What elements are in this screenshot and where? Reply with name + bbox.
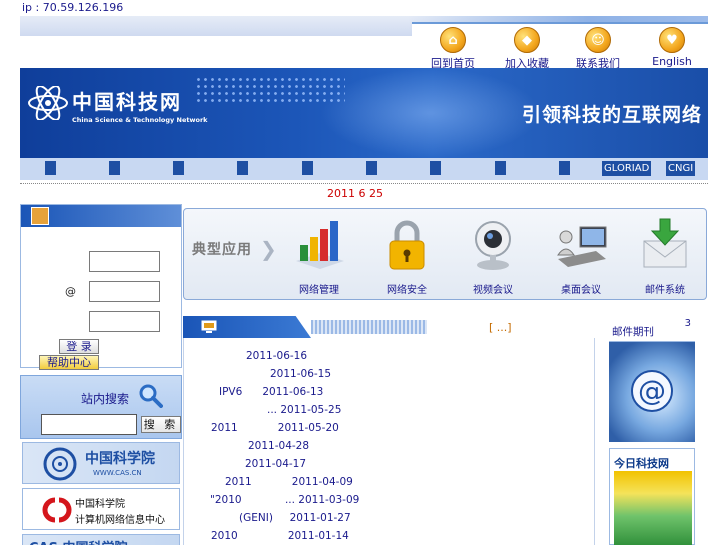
link-cnic[interactable]: 中国科学院 计算机网络信息中心 (22, 488, 180, 530)
news-item[interactable]: "2010 ... 2011-03-09 (210, 494, 359, 506)
search-title: 站内搜索 (81, 392, 130, 406)
menu-item[interactable] (430, 161, 441, 175)
app-label: 视频会议 (473, 285, 513, 296)
nav-contact-link[interactable]: ☺ 联系我们 (563, 27, 633, 71)
top-nav: ⌂ 回到首页 ◆ 加入收藏 ☺ 联系我们 ♥ English (412, 22, 708, 71)
link-cas[interactable]: 中国科学院 WWW.CAS.CN (22, 442, 180, 484)
network-management-icon (296, 221, 344, 269)
app-desktop-conference[interactable]: 桌面会议 (546, 215, 616, 296)
menu-item[interactable] (173, 161, 184, 175)
search-input[interactable] (41, 414, 137, 435)
main-menu: GLORIAD CNGI (20, 158, 708, 180)
news-list: 2011-06-16 2011-06-15 IPV6 2011-06-13 ..… (183, 338, 595, 545)
menu-item[interactable] (45, 161, 56, 175)
mail-journal-cover[interactable]: @ (609, 342, 695, 442)
cnic-logo-icon (42, 497, 72, 523)
email-at-label: @ (65, 285, 76, 298)
news-header: [ ...] (183, 316, 595, 338)
menu-item-cngi[interactable]: CNGI (666, 161, 696, 176)
app-network-security[interactable]: 网络安全 (372, 215, 442, 296)
link-cnic-subtitle: 计算机网络信息中心 (75, 515, 165, 526)
ip-address-text: ip : 70.59.126.196 (22, 1, 124, 14)
nav-home-link[interactable]: ⌂ 回到首页 (418, 27, 488, 71)
chevron-right-icon: ❯ (260, 237, 277, 261)
monitor-icon (201, 320, 217, 333)
app-label: 网络管理 (299, 285, 339, 296)
news-item[interactable]: 2011-04-28 (248, 440, 309, 452)
logo-text: 中国科技网 (72, 90, 182, 114)
news-item[interactable]: 2011-06-15 (270, 368, 331, 380)
link-cas-title: 中国科学院 (85, 451, 155, 467)
menu-item[interactable] (495, 161, 506, 175)
news-item[interactable]: 2011 2011-05-20 (211, 422, 339, 434)
video-conference-icon (475, 221, 511, 270)
site-search-panel: 站内搜索 搜 索 (20, 375, 182, 439)
mail-journal-header[interactable]: 邮件期刊 3 (609, 316, 695, 342)
login-header (21, 205, 181, 227)
english-icon: ♥ (659, 27, 685, 53)
network-security-icon (389, 220, 425, 270)
logo-subtitle: China Science & Technology Network (72, 116, 208, 124)
home-icon: ⌂ (440, 27, 466, 53)
link-cnic-title: 中国科学院 (75, 499, 125, 510)
header-banner: 中国科技网 China Science & Technology Network… (20, 68, 708, 158)
news-item[interactable]: 2011 2011-04-09 (225, 476, 353, 488)
menu-item[interactable] (237, 161, 248, 175)
app-label: 桌面会议 (561, 285, 601, 296)
link-cas-2-title: CAS 中国科学院 (29, 537, 128, 545)
menu-item[interactable] (109, 161, 120, 175)
menu-item[interactable] (366, 161, 377, 175)
news-item[interactable]: IPV6 2011-06-13 (219, 386, 323, 398)
nav-favorite-link[interactable]: ◆ 加入收藏 (492, 27, 562, 71)
today-cstnet-title: 今日科技网 (614, 457, 669, 470)
news-item[interactable]: ... 2011-05-25 (267, 404, 341, 416)
search-button[interactable]: 搜 索 (141, 416, 181, 433)
news-item[interactable]: 2010 2011-01-14 (211, 530, 349, 542)
email-domain-input[interactable] (89, 281, 160, 302)
app-label: 邮件系统 (645, 285, 685, 296)
apps-title: 典型应用 (192, 242, 252, 258)
news-item[interactable]: 2011-04-17 (245, 458, 306, 470)
typical-applications-panel: 典型应用 ❯ 网络管理 网络安全 视频会议 桌面会议 邮件系统 (183, 208, 707, 300)
link-cas-2[interactable]: CAS 中国科学院 (22, 534, 180, 545)
mail-system-icon (643, 218, 687, 268)
app-label: 网络安全 (387, 285, 427, 296)
journal-issue-number: 3 (684, 318, 691, 329)
app-mail-system[interactable]: 邮件系统 (630, 215, 700, 296)
today-cstnet-cover (614, 471, 692, 545)
link-cas-url: WWW.CAS.CN (93, 469, 142, 477)
menu-item-gloriad[interactable]: GLORIAD (602, 161, 652, 176)
app-network-management[interactable]: 网络管理 (284, 215, 354, 296)
cas-emblem-icon (43, 447, 77, 481)
password-input[interactable] (89, 311, 160, 332)
contact-icon: ☺ (585, 27, 611, 53)
login-button[interactable]: 登 录 (59, 339, 99, 354)
divider (20, 183, 708, 184)
menu-item[interactable] (559, 161, 570, 175)
favorite-icon: ◆ (514, 27, 540, 53)
username-input[interactable] (89, 251, 160, 272)
search-icon (139, 384, 163, 408)
nav-label: English (652, 55, 692, 68)
nav-english-link[interactable]: ♥ English (637, 27, 707, 68)
desktop-conference-icon (557, 226, 607, 267)
news-item[interactable]: (GENI) 2011-01-27 (239, 512, 351, 524)
app-video-conference[interactable]: 视频会议 (458, 215, 528, 296)
help-center-button[interactable]: 帮助中心 (39, 355, 99, 370)
today-cstnet-panel[interactable]: 今日科技网 (609, 448, 695, 545)
menu-item[interactable] (302, 161, 313, 175)
mail-journal-title: 邮件期刊 (612, 326, 654, 338)
login-panel: @ 登 录 帮助中心 (20, 204, 182, 370)
slogan: 引领科技的互联网络 (521, 104, 702, 126)
news-more-link[interactable]: [ ...] (489, 321, 512, 334)
at-sign-icon: @ (631, 370, 673, 412)
user-icon (31, 207, 49, 225)
news-item[interactable]: 2011-06-16 (246, 350, 307, 362)
logo-atom-icon (28, 86, 68, 120)
current-date: 2011 6 25 (327, 187, 383, 200)
